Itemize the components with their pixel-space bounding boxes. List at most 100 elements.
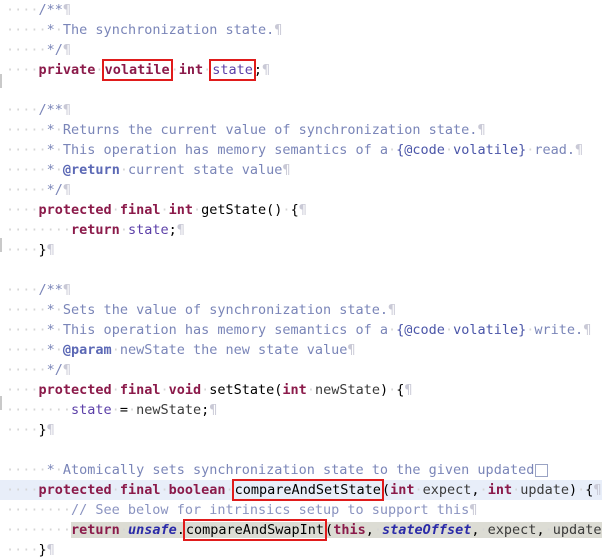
parens: () [266, 202, 282, 218]
space-dot: · [388, 322, 396, 338]
javadoc-star: * [47, 142, 55, 158]
keyword-private: private [39, 62, 96, 78]
pilcrow-icon: ¶ [63, 102, 71, 118]
code-line[interactable]: ·····*·This operation has memory semanti… [0, 140, 602, 160]
method-setstate: setState [209, 382, 274, 398]
javadoc-text: current state value [128, 162, 282, 178]
javadoc-star: * [47, 302, 55, 318]
javadoc-text: This operation has memory semantics of a [63, 322, 388, 338]
space-dot: · [307, 382, 315, 398]
paren-open: ( [382, 482, 390, 498]
semicolon: ; [169, 222, 177, 238]
indent-dots: ···· [6, 282, 39, 298]
javadoc-code-tag: {@code [396, 322, 445, 338]
pilcrow-icon: ¶ [477, 122, 485, 138]
code-line[interactable]: ····}¶ [0, 240, 602, 260]
paren-close: ) [380, 382, 388, 398]
space-dot: · [480, 522, 488, 538]
comma: , [536, 522, 544, 538]
code-line[interactable]: ····protected·final·int·getState()·{¶ [0, 200, 602, 220]
javadoc-star: * [47, 342, 55, 358]
indent-dots: ···· [6, 482, 39, 498]
space-dot: · [112, 402, 120, 418]
indent-dots: ···· [6, 422, 39, 438]
code-line[interactable]: ·····*/¶ [0, 40, 602, 60]
javadoc-text: Atomically sets synchronization state to… [63, 462, 534, 478]
indent-dots: ····· [6, 142, 47, 158]
keyword-int: int [488, 482, 512, 498]
pilcrow-icon: ¶ [209, 402, 217, 418]
keyword-int: int [390, 482, 414, 498]
code-line[interactable]: ····}¶ [0, 540, 602, 560]
code-editor[interactable]: ····/**¶ ·····*·The synchronization stat… [0, 0, 602, 513]
pilcrow-icon: ¶ [262, 62, 270, 78]
keyword-int: int [179, 62, 203, 78]
param-update: update [520, 482, 569, 498]
indent-dots: ····· [6, 42, 47, 58]
code-line-current[interactable]: ····protected·final·boolean·compareAndSe… [0, 480, 602, 500]
javadoc-open-token: /** [39, 102, 63, 118]
keyword-return: return [71, 522, 120, 538]
code-line-folded[interactable]: ·····*·Atomically sets synchronization s… [0, 460, 602, 480]
code-line[interactable]: ········return·state;¶ [0, 220, 602, 240]
pilcrow-icon: ¶ [388, 302, 396, 318]
code-line[interactable]: ·····*·The synchronization state.¶ [0, 20, 602, 40]
blank-line[interactable] [0, 80, 602, 100]
code-line[interactable]: ····/**¶ [0, 280, 602, 300]
indent-dots: ···· [6, 102, 39, 118]
keyword-int: int [169, 202, 193, 218]
code-line[interactable]: ·····*·This operation has memory semanti… [0, 320, 602, 340]
indent-dots: ········ [6, 402, 71, 418]
javadoc-code-value: volatile [453, 322, 518, 338]
pilcrow-icon: ¶ [404, 382, 412, 398]
brace-close: } [39, 422, 47, 438]
indent-dots: ····· [6, 342, 47, 358]
dot-operator: . [177, 522, 185, 538]
code-line[interactable]: ····/**¶ [0, 0, 602, 20]
space-dot: · [193, 202, 201, 218]
code-line[interactable]: ····/**¶ [0, 100, 602, 120]
code-line[interactable]: ·····*/¶ [0, 360, 602, 380]
javadoc-text-end: write. [534, 322, 583, 338]
param-update: update [553, 522, 602, 538]
keyword-return: return [71, 222, 120, 238]
param-newstate: newState [315, 382, 380, 398]
javadoc-text: The synchronization state. [63, 22, 274, 38]
indent-dots: ···· [6, 62, 39, 78]
javadoc-open-token: /** [39, 282, 63, 298]
paren-open: ( [325, 522, 333, 538]
code-line[interactable]: ····private·volatile·int·state;¶ [0, 60, 602, 80]
space-dot: · [112, 342, 120, 358]
code-line[interactable]: ·····*·@return·current state value¶ [0, 160, 602, 180]
indent-dots: ···· [6, 542, 39, 558]
blank-line[interactable] [0, 260, 602, 280]
javadoc-text: This operation has memory semantics of a [63, 142, 388, 158]
keyword-this: this [333, 522, 366, 538]
code-line-comment[interactable]: ········// See below for intrinsics setu… [0, 500, 602, 520]
code-line[interactable]: ·····*·@param·newState the new state val… [0, 340, 602, 360]
pilcrow-icon: ¶ [575, 142, 583, 158]
code-line[interactable]: ·····*·Returns the current value of sync… [0, 120, 602, 140]
blank-line[interactable] [0, 440, 602, 460]
space-dot: · [55, 162, 63, 178]
code-line[interactable]: ····}¶ [0, 420, 602, 440]
field-state-boxed: state [211, 61, 254, 79]
code-line[interactable]: ·····*/¶ [0, 180, 602, 200]
space-dot: · [120, 522, 128, 538]
code-line[interactable]: ········return·unsafe.compareAndSwapInt(… [0, 520, 602, 540]
code-line[interactable]: ·····*·Sets the value of synchronization… [0, 300, 602, 320]
code-line[interactable]: ········state·=·newState;¶ [0, 400, 602, 420]
space-dot: · [282, 202, 290, 218]
pilcrow-icon: ¶ [63, 182, 71, 198]
javadoc-star: * [47, 322, 55, 338]
space-dot: · [112, 382, 120, 398]
assign-operator: = [120, 402, 128, 418]
space-dot: · [374, 522, 382, 538]
space-dot: · [414, 482, 422, 498]
space-dot: · [512, 482, 520, 498]
collapsed-fold-placeholder-icon[interactable] [535, 464, 548, 477]
indent-dots: ···· [6, 242, 39, 258]
code-line[interactable]: ····protected·final·void·setState(int·ne… [0, 380, 602, 400]
space-dot: · [55, 462, 63, 478]
indent-dots: ····· [6, 182, 47, 198]
